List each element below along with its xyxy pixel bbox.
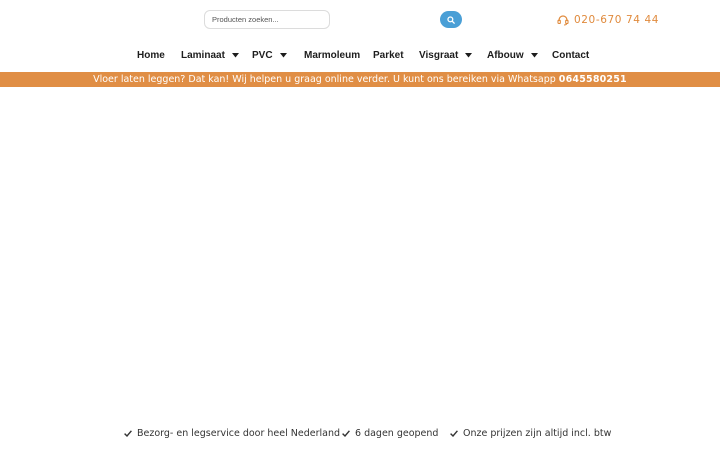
usp-item: Onze prijzen zijn altijd incl. btw [450, 424, 611, 442]
nav-item-label: Marmoleum [304, 49, 361, 61]
banner-text: Vloer laten leggen? Dat kan! Wij helpen … [93, 74, 556, 85]
caret-down-icon [231, 52, 239, 58]
nav-item-marmoleum[interactable]: Marmoleum [304, 44, 360, 66]
usp-text: Onze prijzen zijn altijd incl. btw [463, 427, 612, 439]
nav-item-label: Afbouw [487, 49, 524, 61]
header-top: 020-670 74 44 [0, 0, 720, 40]
usp-item: 6 dagen geopend [342, 424, 438, 442]
nav-item-parket[interactable]: Parket [373, 44, 404, 66]
search-input[interactable] [204, 10, 330, 29]
caret-down-icon [530, 52, 538, 58]
checkmark-icon [124, 429, 132, 437]
nav-item-pvc[interactable]: PVC [252, 44, 287, 66]
nav-item-home[interactable]: Home [137, 44, 165, 66]
usp-item: Bezorg- en legservice door heel Nederlan… [124, 424, 340, 442]
nav-item-visgraat[interactable]: Visgraat [419, 44, 473, 66]
caret-down-icon [279, 52, 287, 58]
main-nav: Home Laminaat PVC Marmoleum Parket Visgr… [0, 44, 720, 66]
phone-number: 020-670 74 44 [574, 14, 660, 26]
nav-item-label: Contact [552, 49, 590, 61]
search-button[interactable] [440, 11, 462, 28]
phone-link[interactable]: 020-670 74 44 [557, 12, 659, 28]
nav-item-label: PVC [252, 49, 273, 61]
announcement-banner: Vloer laten leggen? Dat kan! Wij helpen … [0, 72, 720, 87]
nav-item-label: Visgraat [419, 49, 459, 61]
nav-item-label: Home [137, 49, 165, 61]
nav-item-afbouw[interactable]: Afbouw [487, 44, 538, 66]
search-icon [447, 15, 455, 24]
checkmark-icon [342, 429, 350, 437]
nav-item-contact[interactable]: Contact [552, 44, 589, 66]
caret-down-icon [465, 52, 473, 58]
usp-text: Bezorg- en legservice door heel Nederlan… [137, 427, 341, 439]
usp-text: 6 dagen geopend [355, 427, 439, 439]
checkmark-icon [450, 429, 458, 437]
nav-item-label: Parket [373, 49, 404, 61]
whatsapp-number[interactable]: 0645580251 [559, 74, 627, 85]
headset-icon [557, 15, 569, 26]
nav-item-label: Laminaat [181, 49, 225, 61]
usp-bar: Bezorg- en legservice door heel Nederlan… [0, 424, 720, 442]
nav-item-laminaat[interactable]: Laminaat [181, 44, 239, 66]
